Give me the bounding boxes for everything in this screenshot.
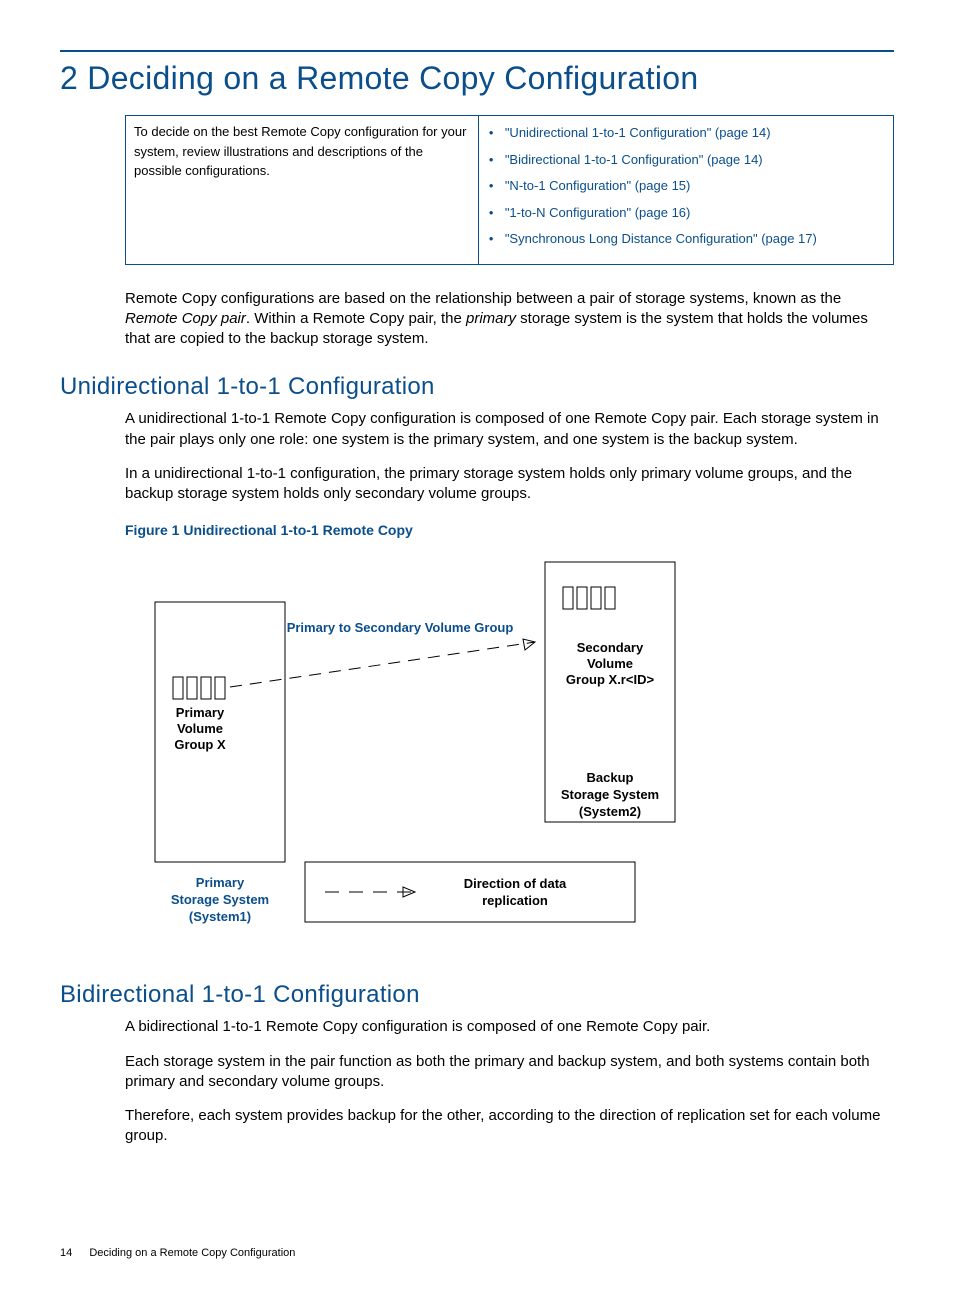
fig-secondary-vg-label: Volume bbox=[587, 656, 633, 671]
fig-legend-label: replication bbox=[482, 893, 548, 908]
config-link[interactable]: "Bidirectional 1-to-1 Configuration" (pa… bbox=[487, 150, 885, 170]
box-left-text: To decide on the best Remote Copy config… bbox=[126, 116, 479, 264]
fig-legend-label: Direction of data bbox=[464, 876, 567, 891]
body-paragraph: A bidirectional 1-to-1 Remote Copy confi… bbox=[125, 1017, 894, 1037]
section-title-bidirectional: Bidirectional 1-to-1 Configuration bbox=[60, 981, 894, 1009]
page-number: 14 bbox=[60, 1247, 72, 1259]
figure-caption: Figure 1 Unidirectional 1-to-1 Remote Co… bbox=[125, 522, 894, 538]
body-paragraph: Therefore, each system provides backup f… bbox=[125, 1106, 894, 1147]
body-paragraph: In a unidirectional 1-to-1 configuration… bbox=[125, 464, 894, 505]
config-link-list: "Unidirectional 1-to-1 Configuration" (p… bbox=[487, 123, 885, 249]
fig-primary-sys-label: (System1) bbox=[189, 909, 251, 924]
footer-title: Deciding on a Remote Copy Configuration bbox=[89, 1247, 295, 1259]
config-overview-box: To decide on the best Remote Copy config… bbox=[125, 115, 894, 265]
fig-primary-vg-label: Volume bbox=[177, 721, 223, 736]
fig-primary-sys-label: Storage System bbox=[171, 892, 269, 907]
config-link[interactable]: "Synchronous Long Distance Configuration… bbox=[487, 229, 885, 249]
fig-primary-sys-label: Primary bbox=[196, 875, 245, 890]
fig-secondary-vg-label: Secondary bbox=[577, 640, 644, 655]
fig-backup-sys-label: Storage System bbox=[561, 787, 659, 802]
fig-backup-sys-label: Backup bbox=[587, 770, 634, 785]
fig-primary-vg-label: Group X bbox=[174, 737, 226, 752]
config-link[interactable]: "Unidirectional 1-to-1 Configuration" (p… bbox=[487, 123, 885, 143]
chapter-title: 2 Deciding on a Remote Copy Configuratio… bbox=[60, 60, 894, 97]
intro-paragraph: Remote Copy configurations are based on … bbox=[125, 289, 894, 350]
body-paragraph: A unidirectional 1-to-1 Remote Copy conf… bbox=[125, 409, 894, 450]
fig-backup-sys-label: (System2) bbox=[579, 804, 641, 819]
fig-arrow-label: Primary to Secondary Volume Group bbox=[287, 620, 514, 635]
body-paragraph: Each storage system in the pair function… bbox=[125, 1052, 894, 1093]
page-footer: 14 Deciding on a Remote Copy Configurati… bbox=[60, 1247, 894, 1259]
section-title-unidirectional: Unidirectional 1-to-1 Configuration bbox=[60, 373, 894, 401]
config-link[interactable]: "N-to-1 Configuration" (page 15) bbox=[487, 176, 885, 196]
fig-primary-vg-label: Primary bbox=[176, 705, 225, 720]
config-link[interactable]: "1-to-N Configuration" (page 16) bbox=[487, 203, 885, 223]
fig-secondary-vg-label: Group X.r<ID> bbox=[566, 672, 655, 687]
figure-1-diagram: Primary Volume Group X Primary Storage S… bbox=[125, 552, 894, 957]
